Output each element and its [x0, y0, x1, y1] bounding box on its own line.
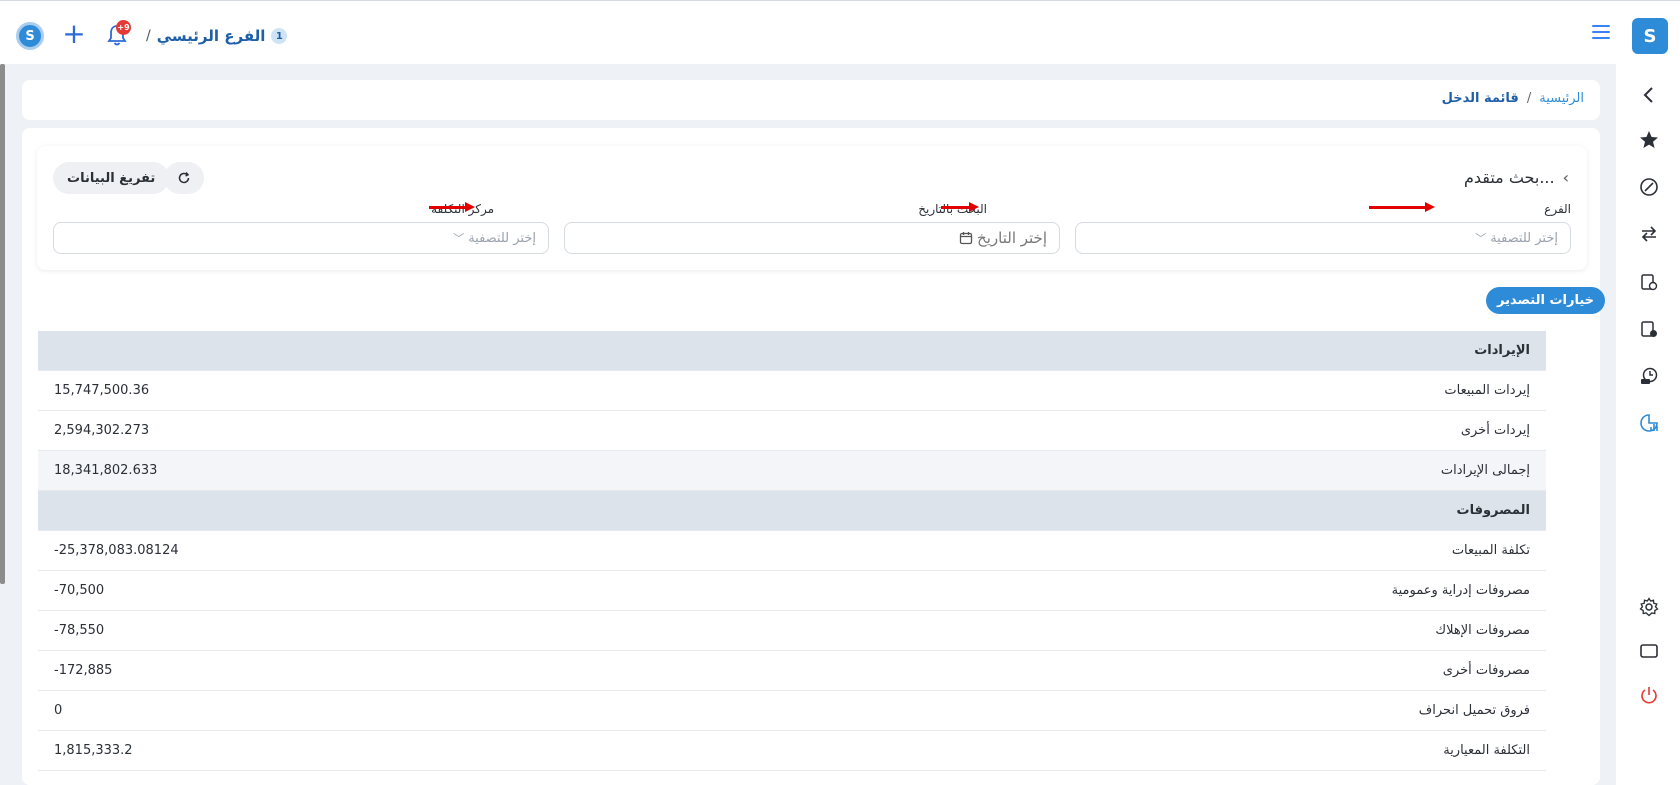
- chevron-left-icon: ‹: [1562, 168, 1569, 187]
- table-row: مصروفات أخرى -172,885: [38, 651, 1546, 691]
- table-row: تكلفة المبيعات -25,378,083.08124: [38, 531, 1546, 571]
- row-value: 1,815,333.2: [54, 743, 133, 758]
- document-clock-icon[interactable]: [1638, 318, 1660, 340]
- date-filter-placeholder: إختر التاريخ: [977, 229, 1047, 247]
- advanced-search-panel: ‹ بحث متقدم... تفريغ البيانات الفرع البح…: [37, 146, 1587, 270]
- cost-center-filter-placeholder: إختر للتصفية: [468, 230, 536, 246]
- settings-icon[interactable]: [1638, 596, 1660, 618]
- breadcrumb-separator: /: [1526, 91, 1532, 106]
- breadcrumb-home-link[interactable]: الرئيسية: [1539, 91, 1584, 106]
- row-label: إيردات المبيعات: [1444, 383, 1530, 398]
- export-options-button[interactable]: خيارات التصدير: [1486, 287, 1606, 314]
- power-icon[interactable]: [1638, 684, 1660, 706]
- app-logo-icon[interactable]: S: [16, 22, 44, 50]
- row-label: التكلفة المعيارية: [1443, 743, 1530, 758]
- date-filter-input[interactable]: إختر التاريخ: [564, 222, 1060, 254]
- table-row: التكلفة المعيارية 1,815,333.2: [38, 731, 1546, 771]
- table-row: فروق تحميل انحراف 0: [38, 691, 1546, 731]
- row-value: -70,500: [54, 583, 105, 598]
- row-value: 2,594,302.273: [54, 423, 150, 438]
- cost-center-filter-select[interactable]: إختر للتصفية ﹀: [53, 222, 549, 254]
- row-label: مصروفات إدراية وعمومية: [1391, 583, 1530, 598]
- calendar-icon: [959, 232, 973, 245]
- row-label: فروق تحميل انحراف: [1418, 703, 1530, 718]
- chevron-down-icon: ﹀: [453, 232, 465, 245]
- refresh-button[interactable]: [164, 162, 204, 194]
- clear-data-button[interactable]: تفريغ البيانات: [53, 162, 170, 194]
- row-value: 15,747,500.36: [54, 383, 150, 398]
- top-bar: S + +9 1 الفرع الرئيسي / S: [0, 0, 1680, 64]
- invoice-icon[interactable]: [1638, 271, 1660, 293]
- row-label: إيردات أخرى: [1460, 423, 1530, 438]
- branch-selector[interactable]: 1 الفرع الرئيسي /: [146, 25, 288, 47]
- row-label: مصروفات أخرى: [1442, 663, 1530, 678]
- table-row: إجمالى الإيرادات 18,341,802.633: [38, 451, 1546, 491]
- row-label: الإيرادات: [1474, 343, 1530, 358]
- row-label: تكلفة المبيعات: [1451, 543, 1530, 558]
- row-value: -78,550: [54, 623, 105, 638]
- menu-toggle-icon[interactable]: [1592, 25, 1610, 39]
- refresh-icon: [178, 172, 190, 184]
- breadcrumb: الرئيسية / قائمة الدخل: [1442, 91, 1584, 106]
- cost-center-filter-label: مركز التكلفة: [431, 202, 494, 216]
- transfer-icon[interactable]: [1638, 223, 1660, 245]
- advanced-search-toggle[interactable]: ‹ بحث متقدم...: [1464, 168, 1569, 187]
- annotation-arrow: [429, 202, 475, 212]
- page-scrollbar[interactable]: [0, 64, 5, 584]
- row-label: المصروفات: [1456, 503, 1531, 518]
- annotation-arrow: [941, 202, 979, 212]
- branch-filter-select[interactable]: إختر للتصفية ﹀: [1075, 222, 1571, 254]
- add-button[interactable]: +: [60, 20, 88, 49]
- table-row: إيردات المبيعات 15,747,500.36: [38, 371, 1546, 411]
- row-value: 0: [54, 703, 63, 718]
- table-row: إيردات أخرى 2,594,302.273: [38, 411, 1546, 451]
- history-icon[interactable]: [1638, 365, 1660, 387]
- table-row: مصروفات إدراية وعمومية -70,500: [38, 571, 1546, 611]
- compass-icon[interactable]: [1638, 176, 1660, 198]
- branch-filter-label: الفرع: [1544, 202, 1571, 216]
- row-value: -25,378,083.08124: [54, 543, 179, 558]
- report-chart-icon[interactable]: [1638, 412, 1660, 434]
- row-label: مصروفات الإهلاك: [1435, 623, 1530, 638]
- breadcrumb-card: الرئيسية / قائمة الدخل: [22, 80, 1600, 120]
- advanced-search-title: بحث متقدم...: [1463, 168, 1555, 187]
- branch-separator: /: [146, 28, 151, 44]
- branch-name: الفرع الرئيسي: [156, 27, 266, 45]
- star-icon[interactable]: [1638, 129, 1660, 151]
- chevron-left-icon[interactable]: [1638, 84, 1660, 106]
- breadcrumb-current: قائمة الدخل: [1441, 91, 1519, 106]
- section-header-row: الإيرادات: [38, 331, 1546, 371]
- window-icon[interactable]: [1638, 640, 1660, 662]
- chevron-down-icon: ﹀: [1475, 232, 1487, 245]
- sidebar: [1616, 64, 1680, 785]
- income-statement-table: الإيرادات إيردات المبيعات 15,747,500.36 إير…: [38, 331, 1546, 771]
- row-value: 18,341,802.633: [54, 463, 158, 478]
- branch-filter-placeholder: إختر للتصفية: [1490, 230, 1558, 246]
- annotation-arrow: [1369, 202, 1435, 212]
- branch-count-badge: 1: [271, 28, 288, 44]
- notification-badge: +9: [116, 20, 131, 35]
- section-header-row: المصروفات: [38, 491, 1546, 531]
- brand-logo-icon[interactable]: S: [1632, 18, 1668, 54]
- notifications-button[interactable]: +9: [106, 20, 131, 47]
- row-label: إجمالى الإيرادات: [1440, 463, 1530, 478]
- row-value: -172,885: [54, 663, 113, 678]
- table-row: مصروفات الإهلاك -78,550: [38, 611, 1546, 651]
